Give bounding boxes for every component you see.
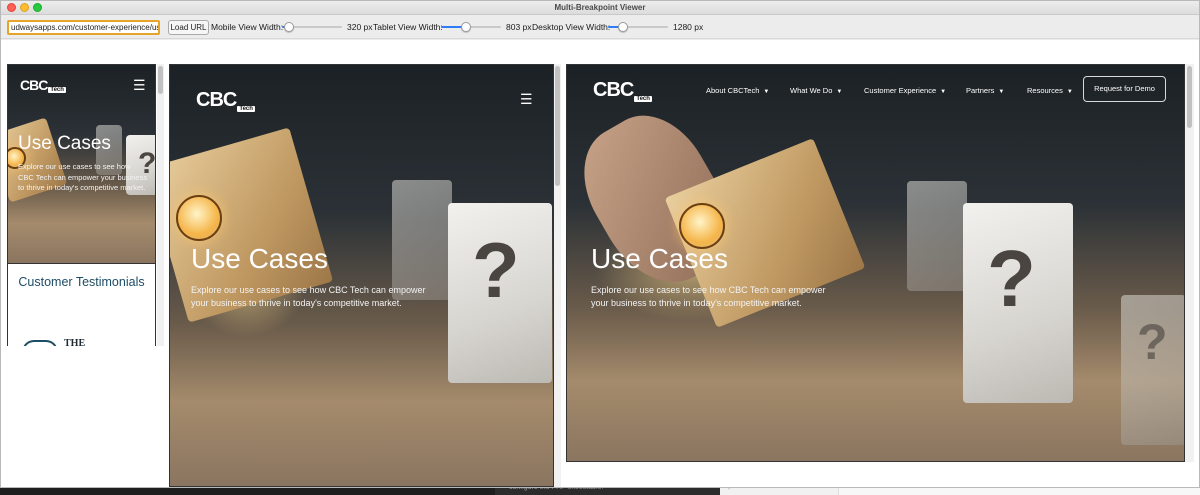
question-mark-image: ? <box>472 226 520 314</box>
mobile-hero: ? CBC Tech ☰ Use Cases Explore our use ca… <box>7 64 156 264</box>
testimonial-client-name: THE <box>64 338 86 346</box>
mobile-width-value: 320 px <box>347 22 373 32</box>
load-url-button[interactable]: Load URL <box>168 20 209 35</box>
mobile-slider-knob[interactable] <box>284 22 295 32</box>
desktop-hero: ? ? CBC Tech About CBCTech ▼ What We Do ▼ C… <box>566 64 1185 462</box>
site-logo[interactable]: CBC Tech <box>593 79 652 102</box>
tablet-slider-knob[interactable] <box>461 22 472 32</box>
hamburger-menu-icon[interactable]: ☰ <box>520 92 533 106</box>
chevron-down-icon: ▼ <box>763 89 770 95</box>
nav-customer-experience[interactable]: Customer Experience ▼ <box>864 86 946 95</box>
logo-badge: Tech <box>634 96 652 102</box>
mobile-width-slider[interactable] <box>282 22 342 32</box>
hamburger-menu-icon[interactable]: ☰ <box>133 78 146 92</box>
blurred-block-image <box>907 181 967 291</box>
blurred-question-mark-image: ? <box>1137 314 1168 370</box>
logo-badge: Tech <box>237 106 255 112</box>
testimonial-client-logo <box>22 340 58 346</box>
tablet-scrollbar[interactable] <box>554 64 561 487</box>
hero-subtitle: Explore our use cases to see how CBC Tec… <box>191 285 426 308</box>
nav-partners-label: Partners <box>966 86 995 95</box>
testimonials-title: Customer Testimonials <box>18 275 145 289</box>
mobile-width-label: Mobile View Width: <box>211 22 284 32</box>
question-mark-image: ? <box>987 234 1036 323</box>
viewer-window: Multi-Breakpoint Viewer udwaysapps.com/c… <box>0 0 1200 488</box>
site-logo[interactable]: CBC Tech <box>196 89 255 112</box>
tablet-width-label: Tablet View Width: <box>373 22 443 32</box>
desktop-preview[interactable]: ? ? CBC Tech About CBCTech ▼ What We Do ▼ C… <box>566 64 1196 462</box>
desktop-slider-knob[interactable] <box>618 22 628 32</box>
hero-title: Use Cases <box>18 133 111 154</box>
logo-text: CBC <box>196 89 237 111</box>
hero-subtitle: Explore our use cases to see how CBC Tec… <box>18 162 148 192</box>
tablet-scroll-thumb[interactable] <box>555 66 560 186</box>
tablet-width-slider[interactable] <box>441 22 501 32</box>
window-title: Multi-Breakpoint Viewer <box>554 3 646 12</box>
hero-image: ? <box>170 65 553 486</box>
hero-title: Use Cases <box>191 243 328 274</box>
tablet-hero: ? CBC Tech ☰ Use Cases Explore our use ca… <box>169 64 554 487</box>
preview-area: ? CBC Tech ☰ Use Cases Explore our use ca… <box>1 40 1199 487</box>
hero-subtitle: Explore our use cases to see how CBC Tec… <box>591 285 826 308</box>
url-input[interactable]: udwaysapps.com/customer-experience/use-c… <box>7 20 160 35</box>
nav-resources-label: Resources <box>1027 86 1063 95</box>
tablet-width-value: 803 px <box>506 22 532 32</box>
site-logo[interactable]: CBC Tech <box>20 77 66 93</box>
nav-about[interactable]: About CBCTech ▼ <box>706 86 769 95</box>
hero-title: Use Cases <box>591 243 728 274</box>
chevron-down-icon: ▼ <box>1066 89 1073 95</box>
nav-what-we-do-label: What We Do <box>790 86 833 95</box>
nav-resources[interactable]: Resources ▼ <box>1027 86 1073 95</box>
desktop-width-slider[interactable] <box>608 22 668 32</box>
desktop-width-value: 1280 px <box>673 22 704 32</box>
testimonials-section: Customer Testimonials THE <box>7 264 156 346</box>
mobile-scroll-thumb[interactable] <box>158 66 163 94</box>
nav-about-label: About CBCTech <box>706 86 760 95</box>
desktop-width-label: Desktop View Width: <box>532 22 611 32</box>
light-bulb-image <box>176 195 222 241</box>
chevron-down-icon: ▼ <box>836 89 843 95</box>
nav-customer-experience-label: Customer Experience <box>864 86 937 95</box>
logo-text: CBC <box>20 77 48 93</box>
mobile-preview[interactable]: ? CBC Tech ☰ Use Cases Explore our use ca… <box>7 64 164 346</box>
toolbar: udwaysapps.com/customer-experience/use-c… <box>1 15 1199 39</box>
request-demo-button[interactable]: Request for Demo <box>1083 76 1166 102</box>
logo-badge: Tech <box>48 87 66 93</box>
desktop-scroll-thumb[interactable] <box>1187 66 1192 128</box>
chevron-down-icon: ▼ <box>998 89 1005 95</box>
mobile-scrollbar[interactable] <box>157 64 164 346</box>
nav-what-we-do[interactable]: What We Do ▼ <box>790 86 842 95</box>
tablet-preview[interactable]: ? CBC Tech ☰ Use Cases Explore our use ca… <box>169 64 561 487</box>
blurred-block-image <box>392 180 452 300</box>
logo-text: CBC <box>593 79 634 101</box>
nav-partners[interactable]: Partners ▼ <box>966 86 1004 95</box>
chevron-down-icon: ▼ <box>940 89 947 95</box>
title-bar: Multi-Breakpoint Viewer <box>1 1 1199 15</box>
desktop-scrollbar[interactable] <box>1185 64 1194 462</box>
